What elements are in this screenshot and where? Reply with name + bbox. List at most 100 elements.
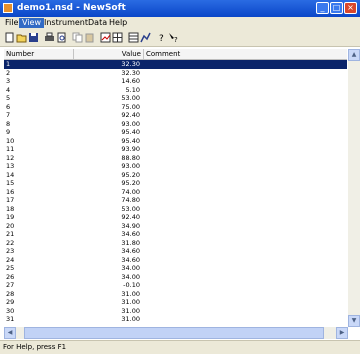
title-bar[interactable]: demo1.nsd - NewSoft _ □ ×: [0, 0, 360, 17]
horizontal-scrollbar[interactable]: ◀ ▶: [4, 327, 348, 339]
print-preview-icon[interactable]: [56, 32, 67, 43]
table-row[interactable]: 17 74.80: [4, 196, 347, 205]
vertical-scrollbar[interactable]: ▲ ▼: [348, 49, 360, 327]
table-row[interactable]: 4 5.10: [4, 86, 347, 95]
table-row[interactable]: 26 34.00: [4, 273, 347, 282]
table-row[interactable]: 21 34.60: [4, 230, 347, 239]
menu-instrument[interactable]: Instrument: [41, 18, 91, 28]
cell-number: 27: [6, 281, 15, 289]
maximize-button[interactable]: □: [330, 2, 343, 14]
cell-number: 29: [6, 298, 15, 306]
cell-number: 21: [6, 230, 15, 238]
graph-icon[interactable]: [140, 32, 151, 43]
cell-value: 92.40: [121, 111, 140, 119]
cell-number: 5: [6, 94, 11, 102]
status-text: For Help, press F1: [3, 343, 67, 351]
menu-bar: File View Instrument Data Help: [0, 17, 360, 29]
table-row[interactable]: 27 -0.10: [4, 281, 347, 290]
cell-value: 32.30: [121, 60, 140, 68]
cell-number: 26: [6, 272, 15, 281]
minimize-button[interactable]: _: [316, 2, 329, 14]
help-icon[interactable]: ?: [156, 32, 167, 43]
column-header-value[interactable]: Value: [74, 49, 144, 59]
table-row[interactable]: 29 31.00: [4, 298, 347, 307]
horizontal-scroll-thumb[interactable]: [24, 327, 324, 339]
cell-number: 14: [6, 170, 15, 179]
save-icon[interactable]: [28, 32, 39, 43]
cell-value: 75.00: [121, 102, 140, 111]
application-window: demo1.nsd - NewSoft _ □ × File View Inst…: [0, 0, 360, 354]
table-row[interactable]: 8 93.00: [4, 120, 347, 129]
cell-number: 22: [6, 238, 15, 247]
table-row[interactable]: 11 93.90: [4, 145, 347, 154]
table-row[interactable]: 24 34.60: [4, 256, 347, 265]
cell-value: 95.40: [121, 136, 140, 145]
print-icon[interactable]: [44, 32, 55, 43]
paste-icon[interactable]: [84, 32, 95, 43]
open-folder-icon[interactable]: [16, 32, 27, 43]
table-row[interactable]: 15 95.20: [4, 179, 347, 188]
cell-number: 31: [6, 315, 15, 323]
table-header: Number Value Comment: [4, 49, 347, 60]
table-row[interactable]: 6 75.00: [4, 103, 347, 112]
context-help-icon[interactable]: ?: [168, 32, 179, 43]
table-row[interactable]: 9 95.40: [4, 128, 347, 137]
cell-number: 9: [6, 128, 11, 136]
table-row[interactable]: 10 95.40: [4, 137, 347, 146]
cell-value: 31.80: [121, 238, 140, 247]
cell-value: 53.00: [121, 94, 140, 102]
data-table: 1 32.30 2 32.30 3 14.60 4 5.10 5 53.00 6 75.00…: [4, 60, 347, 326]
scroll-left-icon[interactable]: ◀: [4, 327, 16, 339]
copy-icon[interactable]: [72, 32, 83, 43]
cell-number: 17: [6, 196, 15, 204]
grid-icon[interactable]: [112, 32, 123, 43]
table-row[interactable]: 18 53.00: [4, 205, 347, 214]
table-row[interactable]: 22 31.80: [4, 239, 347, 248]
table-row[interactable]: 1 32.30: [4, 60, 347, 69]
column-header-number[interactable]: Number: [4, 49, 74, 59]
cell-number: 8: [6, 119, 11, 128]
table-row[interactable]: 19 92.40: [4, 213, 347, 222]
app-icon: [3, 3, 13, 13]
window-title: demo1.nsd - NewSoft: [17, 3, 126, 13]
cell-value: 34.60: [121, 255, 140, 264]
scroll-right-icon[interactable]: ▶: [336, 327, 348, 339]
cell-number: 4: [6, 85, 11, 94]
cell-value: 34.60: [121, 230, 140, 238]
chart-icon[interactable]: [100, 32, 111, 43]
cell-value: 53.00: [121, 204, 140, 213]
cell-value: 31.00: [121, 306, 140, 315]
column-header-comment[interactable]: Comment: [144, 49, 347, 59]
table-row[interactable]: 2 32.30: [4, 69, 347, 78]
table-row[interactable]: 20 34.90: [4, 222, 347, 231]
cell-value: 74.80: [121, 196, 140, 204]
cell-value: 93.90: [121, 145, 140, 153]
svg-text:?: ?: [159, 34, 164, 43]
table-row[interactable]: 5 53.00: [4, 94, 347, 103]
menu-help[interactable]: Help: [106, 18, 130, 28]
table-row[interactable]: 25 34.00: [4, 264, 347, 273]
table-row[interactable]: 30 31.00: [4, 307, 347, 316]
table-row[interactable]: 31 31.00: [4, 315, 347, 324]
cell-number: 24: [6, 255, 15, 264]
cell-number: 11: [6, 145, 15, 153]
table-row[interactable]: 14 95.20: [4, 171, 347, 180]
cell-value: 31.00: [121, 289, 140, 298]
table-row[interactable]: 7 92.40: [4, 111, 347, 120]
table-row[interactable]: 12 88.80: [4, 154, 347, 163]
scroll-down-icon[interactable]: ▼: [348, 315, 360, 327]
close-button[interactable]: ×: [344, 2, 357, 14]
cell-value: 34.90: [121, 221, 140, 230]
new-file-icon[interactable]: [4, 32, 15, 43]
table-row[interactable]: 23 34.60: [4, 247, 347, 256]
cell-value: 34.00: [121, 272, 140, 281]
scroll-up-icon[interactable]: ▲: [348, 49, 360, 61]
table-row[interactable]: 16 74.00: [4, 188, 347, 197]
cell-number: 16: [6, 187, 15, 196]
table-icon[interactable]: [128, 32, 139, 43]
table-row[interactable]: 13 93.00: [4, 162, 347, 171]
table-row[interactable]: 3 14.60: [4, 77, 347, 86]
status-bar: For Help, press F1: [0, 340, 360, 354]
table-row[interactable]: 28 31.00: [4, 290, 347, 299]
cell-value: 92.40: [121, 213, 140, 221]
